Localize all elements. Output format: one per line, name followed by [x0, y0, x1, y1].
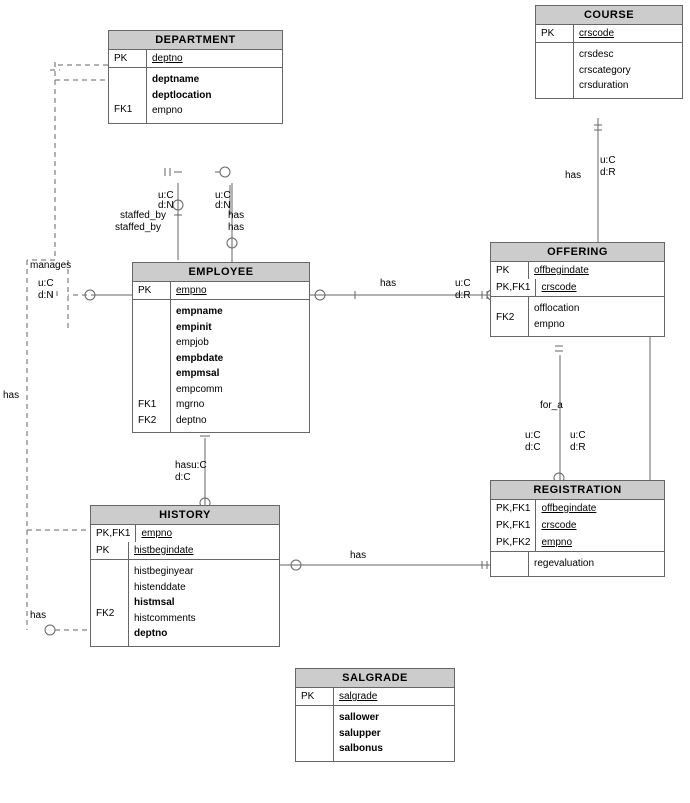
course-fk-labels [536, 43, 574, 98]
off-reg-dr: d:R [570, 442, 586, 453]
employee-pk-label: PK [133, 282, 171, 299]
employee-entity: EMPLOYEE PK empno FK1 FK2 empname empini… [132, 262, 310, 433]
dept-emp-dn2: d:N [215, 200, 231, 211]
department-header: DEPARTMENT [109, 31, 282, 50]
employee-header: EMPLOYEE [133, 263, 309, 282]
dept-emp-dn1: d:N [158, 200, 174, 211]
course-off-dr: d:R [600, 167, 616, 178]
history-attrs: histbeginyear histenddate histmsal histc… [129, 560, 279, 646]
dept-fk-labels: FK1 [109, 68, 147, 123]
employee-pk-field: empno [171, 282, 309, 299]
history-fk-labels: FK2 [91, 560, 129, 646]
offering-pk-rows: PK offbegindate PK,FK1 crscode [491, 262, 664, 297]
emp-fk-labels: FK1 FK2 [133, 300, 171, 432]
salgrade-pk-field: salgrade [334, 688, 454, 705]
staffed-by-text: staffed_by [115, 222, 161, 233]
emp-off-uc: u:C [455, 278, 471, 289]
emp-off-dr: d:R [455, 290, 471, 301]
history-pk-rows: PK,FK1 empno PK histbegindate [91, 525, 279, 560]
registration-attrs: regevaluation [529, 552, 664, 576]
manages-uc: u:C [38, 278, 54, 289]
salgrade-pk-label: PK [296, 688, 334, 705]
off-reg-uc: u:C [525, 430, 541, 441]
dept-attrs: deptname deptlocation empno [147, 68, 282, 123]
diagram-container: COURSE PK crscode crsdesc crscategory cr… [0, 0, 690, 803]
has-left-label: has [30, 610, 46, 621]
registration-pk-rows: PK,FK1 offbegindate PK,FK1 crscode PK,FK… [491, 500, 664, 552]
has-dashed-left: has [3, 390, 19, 401]
department-pk-label: PK [109, 50, 147, 67]
has-emp-offering-label: has [380, 278, 396, 289]
manages-label: manages [30, 260, 71, 271]
has-text: has [228, 222, 244, 233]
registration-fk-labels [491, 552, 529, 576]
department-pk-field: deptno [147, 50, 282, 67]
has-dept-emp-label: has [228, 210, 244, 221]
offering-attrs: offlocation empno [529, 297, 664, 336]
course-off-uc: u:C [600, 155, 616, 166]
history-entity: HISTORY PK,FK1 empno PK histbegindate FK… [90, 505, 280, 647]
has-course-label: has [565, 170, 581, 181]
for-a-label: for_a [540, 400, 563, 411]
manages-dn: d:N [38, 290, 54, 301]
course-pk-field: crscode [574, 25, 682, 42]
salgrade-entity: SALGRADE PK salgrade sallower salupper s… [295, 668, 455, 762]
registration-entity: REGISTRATION PK,FK1 offbegindate PK,FK1 … [490, 480, 665, 577]
offering-header: OFFERING [491, 243, 664, 262]
history-header: HISTORY [91, 506, 279, 525]
has-emp-history-dc: d:C [175, 472, 191, 483]
staffed-by-label: staffed_by [120, 210, 166, 221]
emp-attrs: empname empinit empjob empbdate empmsal … [171, 300, 309, 432]
salgrade-attrs: sallower salupper salbonus [334, 706, 454, 761]
has-history-label: has [350, 550, 366, 561]
course-pk-label: PK [536, 25, 574, 42]
offering-entity: OFFERING PK offbegindate PK,FK1 crscode … [490, 242, 665, 337]
registration-header: REGISTRATION [491, 481, 664, 500]
salgrade-fk-labels [296, 706, 334, 761]
off-reg-uc2: u:C [570, 430, 586, 441]
salgrade-header: SALGRADE [296, 669, 454, 688]
course-entity: COURSE PK crscode crsdesc crscategory cr… [535, 5, 683, 99]
has-emp-history-label: hasu:C [175, 460, 207, 471]
off-reg-dc: d:C [525, 442, 541, 453]
offering-fk-labels: FK2 [491, 297, 529, 336]
course-attrs: crsdesc crscategory crsduration [574, 43, 682, 98]
department-entity: DEPARTMENT PK deptno FK1 deptname deptlo… [108, 30, 283, 124]
course-header: COURSE [536, 6, 682, 25]
